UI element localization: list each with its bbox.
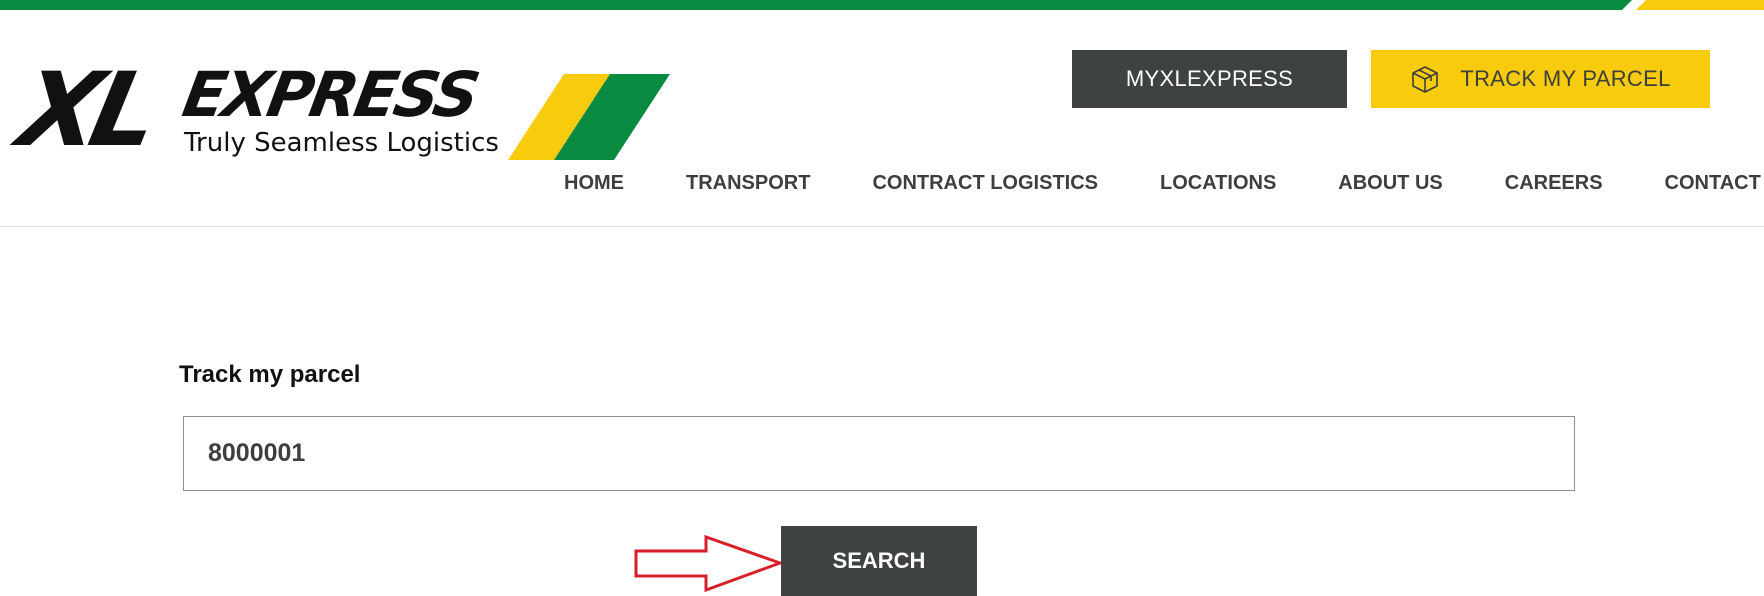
annotation-arrow-icon — [634, 534, 784, 593]
nav-item-about-us[interactable]: ABOUT US — [1338, 160, 1442, 206]
nav-item-locations[interactable]: LOCATIONS — [1160, 160, 1276, 206]
nav-item-contact[interactable]: CONTACT — [1665, 160, 1761, 206]
track-my-parcel-button[interactable]: TRACK MY PARCEL — [1371, 50, 1710, 108]
myxlexpress-label: MYXLEXPRESS — [1125, 66, 1294, 91]
nav-item-contract-logistics[interactable]: CONTRACT LOGISTICS — [872, 160, 1098, 206]
search-button[interactable]: SEARCH — [781, 526, 977, 596]
search-button-label: SEARCH — [832, 548, 926, 573]
main-nav: HOME TRANSPORT CONTRACT LOGISTICS LOCATI… — [564, 160, 1764, 206]
tracking-number-input[interactable] — [183, 416, 1575, 491]
page-title: Track my parcel — [179, 361, 361, 388]
nav-item-home[interactable]: HOME — [564, 160, 624, 206]
page: XL EXPRESS Truly Seamless Logistics MYXL… — [0, 0, 1764, 596]
site-header: XL EXPRESS Truly Seamless Logistics MYXL… — [0, 10, 1764, 227]
parcel-box-icon — [1410, 64, 1440, 94]
nav-item-careers[interactable]: CAREERS — [1505, 160, 1603, 206]
nav-item-transport[interactable]: TRANSPORT — [686, 160, 810, 206]
logo-tagline: Truly Seamless Logistics — [184, 128, 499, 158]
myxlexpress-button[interactable]: MYXLEXPRESS — [1072, 50, 1347, 108]
track-my-parcel-label: TRACK MY PARCEL — [1460, 66, 1671, 91]
site-logo[interactable]: XL EXPRESS Truly Seamless Logistics — [9, 51, 670, 172]
top-brand-stripe — [0, 0, 1764, 10]
logo-stripes-icon — [508, 74, 670, 160]
logo-wordmark: EXPRESS — [177, 58, 483, 131]
logo-xl-mark: XL — [9, 51, 163, 170]
